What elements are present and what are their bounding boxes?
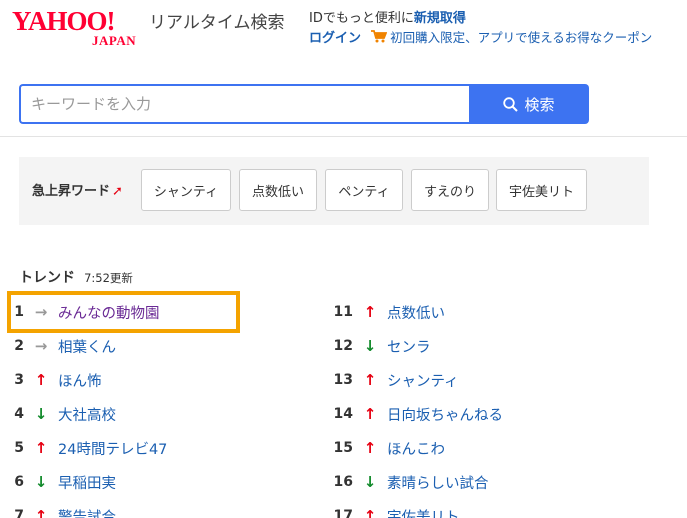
trend-rank: 4 [14, 406, 24, 422]
trend-word-link[interactable]: 早稲田実 [58, 472, 116, 493]
trend-updated-time: 7:52更新 [84, 271, 133, 285]
trend-row[interactable]: 11 ↑ 点数低い [331, 299, 445, 325]
search-input[interactable] [19, 84, 469, 124]
trend-header: トレンド 7:52更新 [19, 267, 133, 287]
header-account-area: IDでもっと便利に新規取得 ログイン 初回購入限定、アプリで使えるお得なクーポン [309, 9, 652, 48]
trend-word-link[interactable]: 宇佐美リト [387, 506, 460, 518]
trend-word-link[interactable]: 日向坂ちゃんねる [387, 404, 503, 425]
trend-row[interactable]: 14 ↑ 日向坂ちゃんねる [331, 401, 503, 427]
rising-word-button[interactable]: 宇佐美リト [496, 169, 587, 211]
arrow-up-icon: ↑ [363, 371, 377, 389]
trend-row[interactable]: 5 ↑ 24時間テレビ47 [6, 435, 167, 461]
arrow-down-icon: ↓ [363, 337, 377, 355]
rising-words-label: 急上昇ワード ➚ [32, 180, 123, 199]
rising-words-panel: 急上昇ワード ➚ シャンティ 点数低い ペンティ すえのり 宇佐美リト [19, 157, 649, 225]
trend-rank: 15 [333, 440, 353, 456]
arrow-up-icon: ↑ [363, 405, 377, 423]
trend-rank: 7 [14, 508, 24, 518]
trend-rank: 5 [14, 440, 24, 456]
trend-row[interactable]: 13 ↑ シャンティ [331, 367, 459, 393]
search-bar: 検索 [19, 84, 589, 124]
shopping-cart-icon [371, 30, 388, 43]
trend-row[interactable]: 3 ↑ ほん怖 [6, 367, 102, 393]
register-link[interactable]: 新規取得 [414, 11, 466, 26]
trend-rank: 3 [14, 372, 24, 388]
rising-word-button[interactable]: 点数低い [239, 169, 317, 211]
coupon-promo-link[interactable]: 初回購入限定、アプリで使えるお得なクーポン [390, 30, 652, 45]
rising-arrow-icon: ➚ [112, 184, 123, 199]
trend-word-link[interactable]: 素晴らしい試合 [387, 472, 489, 493]
trend-rank: 2 [14, 338, 24, 354]
arrow-right-icon: → [34, 337, 48, 355]
logo-wordmark: YAHOO! [12, 6, 116, 36]
id-promo-text: IDでもっと便利に [309, 11, 414, 26]
trend-word-link[interactable]: センラ [387, 336, 431, 357]
trend-row[interactable]: 15 ↑ ほんこわ [331, 435, 445, 461]
trend-word-link[interactable]: 警告試合 [58, 506, 116, 518]
trend-row[interactable]: 7 ↑ 警告試合 [6, 503, 116, 518]
trend-rank: 13 [333, 372, 353, 388]
trend-word-link[interactable]: 24時間テレビ47 [58, 438, 167, 459]
search-button[interactable]: 検索 [469, 84, 589, 124]
rising-word-button[interactable]: ペンティ [325, 169, 403, 211]
trend-rank: 17 [333, 508, 353, 518]
trend-word-link[interactable]: 相葉くん [58, 336, 116, 357]
rising-word-button[interactable]: すえのり [411, 169, 489, 211]
trend-rank: 6 [14, 474, 24, 490]
trend-row[interactable]: 6 ↓ 早稲田実 [6, 469, 116, 495]
trend-rank: 12 [333, 338, 353, 354]
header-divider [0, 136, 687, 137]
trend-rank: 11 [333, 304, 353, 320]
trend-word-link[interactable]: ほん怖 [58, 370, 102, 391]
yahoo-japan-logo[interactable]: YAHOO! JAPAN [12, 6, 152, 50]
trend-rank: 16 [333, 474, 353, 490]
login-link[interactable]: ログイン [309, 31, 361, 46]
arrow-up-icon: ↑ [34, 371, 48, 389]
highlight-box [7, 291, 240, 333]
logo-subtext: JAPAN [92, 33, 137, 48]
arrow-up-icon: ↑ [34, 439, 48, 457]
search-button-label: 検索 [524, 95, 555, 114]
trend-word-link[interactable]: 大社高校 [58, 404, 116, 425]
trend-row[interactable]: 4 ↓ 大社高校 [6, 401, 116, 427]
trend-word-link[interactable]: シャンティ [387, 370, 459, 391]
trend-word-link[interactable]: ほんこわ [387, 438, 445, 459]
arrow-down-icon: ↓ [363, 473, 377, 491]
arrow-up-icon: ↑ [363, 507, 377, 518]
trend-row[interactable]: 16 ↓ 素晴らしい試合 [331, 469, 489, 495]
rising-words-label-text: 急上昇ワード [32, 184, 111, 199]
arrow-up-icon: ↑ [363, 303, 377, 321]
arrow-down-icon: ↓ [34, 473, 48, 491]
trend-row[interactable]: 17 ↑ 宇佐美リト [331, 503, 460, 518]
trend-word-link[interactable]: 点数低い [387, 302, 445, 323]
service-name[interactable]: リアルタイム検索 [149, 13, 285, 33]
trend-title: トレンド [19, 270, 75, 286]
arrow-up-icon: ↑ [363, 439, 377, 457]
trend-rank: 14 [333, 406, 353, 422]
search-icon [503, 96, 519, 112]
trend-row[interactable]: 2 → 相葉くん [6, 333, 116, 359]
trend-row[interactable]: 12 ↓ センラ [331, 333, 431, 359]
arrow-down-icon: ↓ [34, 405, 48, 423]
rising-word-button[interactable]: シャンティ [141, 169, 231, 211]
arrow-up-icon: ↑ [34, 507, 48, 518]
